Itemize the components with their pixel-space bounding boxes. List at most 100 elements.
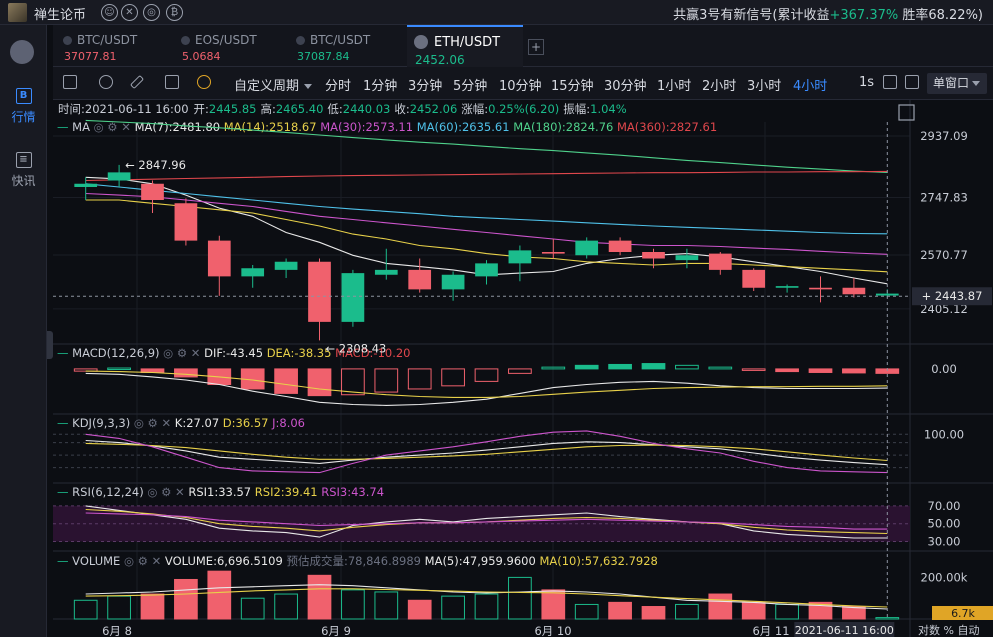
legend-marker: — bbox=[57, 485, 72, 499]
chevron-down-icon bbox=[972, 81, 981, 86]
indicator-name[interactable]: MACD(12,26,9) bbox=[72, 346, 159, 360]
indicator-controls-icon[interactable]: ◎ ⚙ ✕ bbox=[160, 346, 205, 360]
low-label: 低: bbox=[327, 102, 342, 116]
volume-bar bbox=[608, 601, 632, 620]
indicator-controls-icon[interactable]: ◎ ⚙ ✕ bbox=[130, 416, 175, 430]
tab-label: EOS/USDT bbox=[181, 33, 296, 47]
signal-notice[interactable]: 共赢3号有新信号(累计收益+367.37% 胜率68.22%) bbox=[673, 4, 983, 23]
volume-bar bbox=[641, 606, 666, 620]
legend-marker: — bbox=[57, 416, 72, 430]
indicator-name[interactable]: KDJ(9,3,3) bbox=[72, 416, 130, 430]
legend-value: VOLUME:6,696.5109 bbox=[165, 554, 287, 568]
avatar[interactable] bbox=[8, 3, 27, 22]
change-value: 0.25%(6.20) bbox=[488, 102, 559, 116]
indicator-name[interactable]: MA bbox=[72, 120, 90, 134]
candle-body bbox=[408, 269, 432, 290]
legend-row: — KDJ(9,3,3) ◎ ⚙ ✕ K:27.07 D:36.57 J:8.0… bbox=[57, 416, 305, 430]
macd-bar bbox=[842, 368, 866, 374]
candle-body bbox=[708, 253, 732, 270]
indicator-controls-icon[interactable]: ◎ ⚙ ✕ bbox=[144, 485, 189, 499]
crypto-icon[interactable]: ₿ bbox=[166, 4, 183, 21]
indicator-name[interactable]: VOLUME bbox=[72, 554, 120, 568]
tab-label: BTC/USDT bbox=[63, 33, 178, 47]
change-label: 涨幅: bbox=[461, 102, 488, 116]
legend-row: — VOLUME ◎ ⚙ ✕ VOLUME:6,696.5109 预估成交量:7… bbox=[57, 554, 658, 568]
low-value: 2440.03 bbox=[343, 102, 391, 116]
volume-current-label: 6.7k bbox=[951, 607, 975, 620]
legend-value: D:36.57 bbox=[223, 416, 272, 430]
volume-bar bbox=[307, 574, 332, 620]
sidebar-item-news[interactable]: ≡ 快讯 bbox=[0, 152, 47, 189]
legend-value: RSI1:33.57 bbox=[188, 485, 254, 499]
user-icon[interactable]: ☺ bbox=[101, 4, 118, 21]
logo-icon bbox=[10, 40, 34, 64]
candle-body bbox=[241, 268, 265, 277]
volume-bar bbox=[174, 578, 198, 620]
candle-body bbox=[74, 183, 98, 187]
high-price-annotation: ← 2847.96 bbox=[125, 158, 186, 172]
period-button[interactable]: 3分钟 bbox=[408, 75, 442, 94]
period-button[interactable]: 3小时 bbox=[747, 75, 781, 94]
interval-1s-button[interactable]: 1s bbox=[859, 75, 874, 90]
candle-body bbox=[374, 269, 398, 275]
time-axis-label: 6月 8 bbox=[102, 624, 132, 637]
candle-body bbox=[308, 261, 331, 322]
sidebar: B 行情 ≡ 快讯 bbox=[0, 25, 53, 637]
period-button[interactable]: 2小时 bbox=[702, 75, 736, 94]
tab-btc-usdt[interactable]: BTC/USDT 37077.81 bbox=[63, 25, 178, 67]
custom-period-dropdown[interactable]: 自定义周期 bbox=[234, 75, 313, 94]
volume-bar bbox=[207, 570, 232, 620]
legend-value: MA(60):2635.61 bbox=[417, 120, 513, 134]
fullscreen-icon[interactable] bbox=[905, 75, 919, 89]
period-button[interactable]: 15分钟 bbox=[551, 75, 594, 94]
price-axis-label: 2570.77 bbox=[920, 248, 968, 262]
crosshair-icon[interactable] bbox=[63, 75, 77, 89]
macd-bar bbox=[608, 363, 632, 370]
window-mode-dropdown[interactable]: 单窗口 bbox=[927, 73, 987, 94]
period-button[interactable]: 30分钟 bbox=[604, 75, 647, 94]
link-icon[interactable]: ✕ bbox=[121, 4, 138, 21]
timer-icon[interactable] bbox=[197, 75, 211, 89]
candle-body bbox=[141, 183, 164, 200]
period-button[interactable]: 1分钟 bbox=[363, 75, 397, 94]
globe-icon[interactable]: ◎ bbox=[143, 4, 160, 21]
settings-icon[interactable] bbox=[99, 75, 113, 89]
signal-suffix: 胜率68.22%) bbox=[898, 8, 983, 23]
close-label: 收: bbox=[394, 102, 409, 116]
pencil-icon[interactable] bbox=[129, 74, 145, 90]
volume-legend: — VOLUME ◎ ⚙ ✕ VOLUME:6,696.5109 预估成交量:7… bbox=[57, 554, 658, 568]
period-button[interactable]: 5分钟 bbox=[453, 75, 487, 94]
chart-area[interactable]: 时间:2021-06-11 16:00 开:2445.85 高:2465.40 低:2… bbox=[53, 100, 993, 637]
tab-eth-usdt[interactable]: ETH/USDT 2452.06 bbox=[407, 25, 523, 67]
legend-value: MA(10):57,632.7928 bbox=[539, 554, 657, 568]
kdj-axis-label: 100.00 bbox=[924, 427, 964, 441]
news-icon: ≡ bbox=[15, 152, 32, 168]
sidebar-item-market[interactable]: B 行情 bbox=[0, 88, 47, 125]
macd-axis-label: 0.00 bbox=[931, 362, 957, 376]
period-button[interactable]: 分时 bbox=[325, 75, 351, 94]
open-label: 开: bbox=[194, 102, 209, 116]
legend-row: — MA ◎ ⚙ ✕ MA(7):2481.80 MA(14):2518.67 … bbox=[57, 120, 717, 134]
add-tab-button[interactable]: + bbox=[528, 39, 544, 55]
candle-body bbox=[341, 273, 365, 322]
tab-label: BTC/USDT bbox=[296, 33, 411, 47]
screenshot-icon[interactable] bbox=[883, 75, 897, 89]
tab-eos-usdt[interactable]: EOS/USDT 5.0684 bbox=[181, 25, 296, 67]
period-button[interactable]: 1小时 bbox=[657, 75, 691, 94]
indicator-name[interactable]: RSI(6,12,24) bbox=[72, 485, 144, 499]
layout-icon[interactable] bbox=[165, 75, 179, 89]
legend-value: J:8.06 bbox=[271, 416, 305, 430]
tab-label: ETH/USDT bbox=[414, 35, 523, 50]
volume-axis-label: 200.00k bbox=[921, 570, 968, 584]
volume-bar bbox=[741, 601, 766, 620]
indicator-controls-icon[interactable]: ◎ ⚙ ✕ bbox=[120, 554, 165, 568]
legend-value: MA(180):2824.76 bbox=[513, 120, 617, 134]
period-button-active[interactable]: 4小时 bbox=[793, 75, 827, 94]
candle-body bbox=[642, 252, 665, 259]
candle-body bbox=[809, 287, 832, 290]
tab-btc-usdt-2[interactable]: BTC/USDT 37087.84 bbox=[296, 25, 411, 67]
period-button[interactable]: 10分钟 bbox=[499, 75, 542, 94]
legend-value: DIF:-43.45 bbox=[204, 346, 267, 360]
legend-row: — RSI(6,12,24) ◎ ⚙ ✕ RSI1:33.57 RSI2:39.… bbox=[57, 485, 384, 499]
time-axis-label: 6月 10 bbox=[534, 624, 571, 637]
